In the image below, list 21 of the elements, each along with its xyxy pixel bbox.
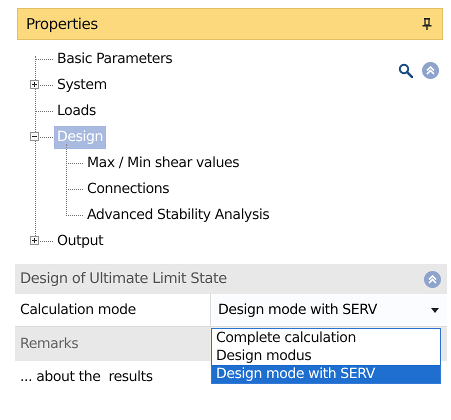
tree-item[interactable]: Output — [54, 230, 106, 252]
pin-icon[interactable] — [422, 18, 432, 30]
tree-item[interactable]: System — [54, 74, 110, 96]
panel-title: Properties — [26, 15, 98, 33]
property-label: Calculation mode — [19, 302, 137, 318]
dropdown-option[interactable]: Design modus — [212, 347, 440, 365]
dropdown-option[interactable]: Design mode with SERV — [212, 365, 440, 383]
tree-item[interactable]: Basic Parameters — [54, 48, 176, 70]
expander-toggle[interactable] — [30, 132, 39, 141]
tree-item[interactable]: Connections — [84, 178, 172, 200]
tree-item[interactable]: Advanced Stability Analysis — [84, 204, 272, 226]
search-icon[interactable] — [398, 63, 413, 78]
remarks-text: ... about the results — [19, 368, 154, 387]
caret-icon[interactable] — [431, 308, 439, 312]
remarks-title: Remarks — [20, 336, 78, 352]
tree-item[interactable]: Max / Min shear values — [84, 152, 242, 174]
expander-toggle[interactable] — [30, 236, 39, 245]
dropdown-option[interactable]: Complete calculation — [212, 329, 440, 347]
expander-toggle[interactable] — [30, 80, 39, 89]
tree-item[interactable]: Loads — [54, 100, 99, 122]
section-title: Design of Ultimate Limit State — [20, 271, 227, 287]
